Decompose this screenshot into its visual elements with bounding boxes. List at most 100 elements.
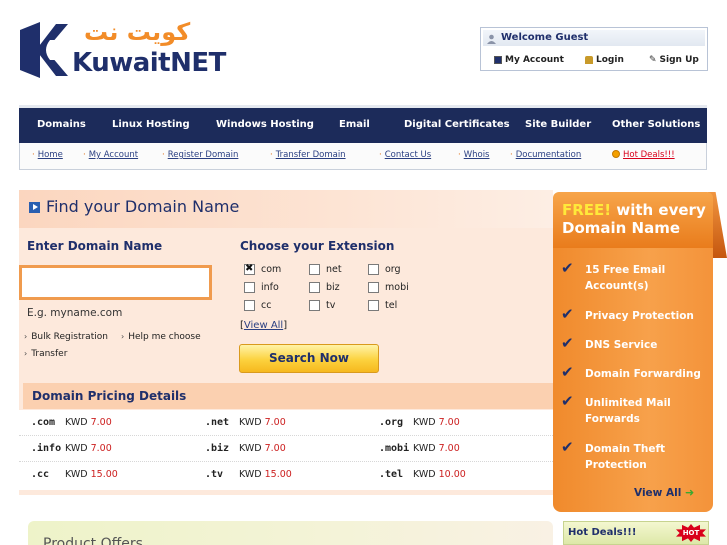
nav-email[interactable]: Email — [339, 119, 370, 130]
checkbox-org[interactable] — [368, 264, 379, 275]
help-me-choose-link[interactable]: › Help me choose — [121, 332, 201, 342]
table-row: .info KWD 7.00 .biz KWD 7.00 .mobi KWD 7.00 — [19, 436, 553, 462]
checkmark-icon: ✔ — [561, 438, 574, 456]
subnav-item-hot-deals: Hot Deals!!! — [612, 150, 675, 160]
list-item: ✔ 15 Free Email Account(s) — [561, 260, 709, 294]
currency: KWD — [65, 443, 88, 454]
price-cell: .tv KWD 15.00 — [205, 469, 292, 480]
subnav-link-my-account[interactable]: My Account — [89, 150, 138, 160]
subnav-link-transfer-domain[interactable]: Transfer Domain — [276, 150, 346, 160]
ext-label-tv: tv — [326, 300, 336, 311]
nav-linux-hosting[interactable]: Linux Hosting — [112, 119, 190, 130]
price-cell: .info KWD 7.00 — [31, 443, 112, 454]
currency: KWD — [413, 443, 436, 454]
subnav-link-register-domain[interactable]: Register Domain — [168, 150, 239, 160]
price-cell: .org KWD 7.00 — [379, 417, 460, 428]
sign-up-link[interactable]: ✎ Sign Up — [649, 55, 699, 65]
free-heading: FREE! with every — [562, 201, 706, 219]
tld-name: .cc — [31, 469, 50, 480]
tld-name: .mobi — [379, 443, 410, 454]
subnav-item-my-account: · My Account — [83, 150, 139, 160]
checkbox-mobi[interactable] — [368, 282, 379, 293]
main-navigation: Domains Linux Hosting Windows Hosting Em… — [19, 105, 707, 143]
domain-example-hint: E.g. myname.com — [27, 307, 123, 319]
site-logo[interactable]: كويت نت KuwaitNET — [20, 18, 226, 84]
ext-checkbox-tv[interactable]: tv — [309, 300, 335, 311]
ext-checkbox-org[interactable]: org — [368, 264, 401, 275]
nav-other-solutions[interactable]: Other Solutions — [612, 119, 700, 130]
free-panel-header: FREE! with every Domain Name — [553, 192, 713, 248]
ext-checkbox-mobi[interactable]: mobi — [368, 282, 409, 293]
nav-digital-certificates[interactable]: Digital Certificates — [404, 119, 510, 130]
login-link[interactable]: Login — [585, 55, 624, 65]
arrow-right-icon: › — [24, 349, 28, 358]
my-account-link[interactable]: My Account — [494, 55, 564, 65]
subnav-link-documentation[interactable]: Documentation — [516, 150, 582, 160]
arrow-right-icon: › — [24, 332, 28, 341]
price-cell: .biz KWD 7.00 — [205, 443, 286, 454]
checkbox-net[interactable] — [309, 264, 320, 275]
ext-checkbox-com[interactable]: com — [244, 263, 281, 275]
welcome-row: Welcome Guest — [483, 30, 705, 46]
price-value: 10.00 — [438, 469, 466, 480]
search-now-button[interactable]: Search Now — [239, 344, 379, 373]
subnav-link-whois[interactable]: Whois — [464, 150, 490, 160]
price-cell: .com KWD 7.00 — [31, 417, 112, 428]
price-value: 15.00 — [90, 469, 118, 480]
enter-domain-label: Enter Domain Name — [27, 239, 163, 253]
transfer-label: Transfer — [31, 349, 68, 359]
ext-checkbox-biz[interactable]: biz — [309, 282, 340, 293]
view-all-extensions: [View All] — [240, 320, 288, 331]
domain-search-panel: Find your Domain Name Enter Domain Name … — [19, 190, 553, 495]
subnav-link-hot-deals[interactable]: Hot Deals!!! — [623, 150, 675, 160]
nav-windows-hosting[interactable]: Windows Hosting — [216, 119, 314, 130]
currency: KWD — [239, 417, 262, 428]
view-all-extensions-link[interactable]: View All — [244, 320, 283, 331]
ext-checkbox-info[interactable]: info — [244, 282, 279, 293]
subnav-link-contact-us[interactable]: Contact Us — [385, 150, 431, 160]
ext-checkbox-tel[interactable]: tel — [368, 300, 397, 311]
welcome-box: Welcome Guest My Account Login ✎ Sign Up — [480, 27, 708, 71]
ext-checkbox-cc[interactable]: cc — [244, 300, 271, 311]
tld-name: .net — [205, 417, 230, 428]
hot-deals-box[interactable]: Hot Deals!!! HOT — [563, 521, 709, 545]
product-offers-title: Product Offers — [43, 536, 143, 545]
checkbox-tv[interactable] — [309, 300, 320, 311]
subnav-link-home[interactable]: Home — [38, 150, 63, 160]
subnav-item-transfer-domain: · Transfer Domain — [270, 150, 346, 160]
checkbox-info[interactable] — [244, 282, 255, 293]
logo-mark-icon — [20, 22, 68, 78]
welcome-text: Welcome Guest — [501, 32, 589, 43]
list-item: ✔ Domain Forwarding — [561, 364, 709, 382]
bulk-registration-link[interactable]: › Bulk Registration — [24, 332, 108, 342]
checkbox-com[interactable] — [244, 263, 255, 275]
nav-site-builder[interactable]: Site Builder — [525, 119, 591, 130]
ext-label-org: org — [385, 264, 401, 275]
tld-name: .biz — [205, 443, 230, 454]
currency: KWD — [239, 469, 262, 480]
guest-user-icon — [487, 34, 496, 44]
domain-panel-title: Find your Domain Name — [46, 197, 240, 216]
tld-name: .info — [31, 443, 62, 454]
free-view-all-link[interactable]: View All ➜ — [634, 486, 694, 499]
hot-badge-icon: HOT — [676, 524, 706, 542]
currency: KWD — [413, 469, 436, 480]
domain-name-input[interactable] — [19, 265, 212, 300]
feature-label: Privacy Protection — [585, 310, 694, 322]
transfer-link[interactable]: › Transfer — [24, 349, 67, 359]
account-icon — [494, 56, 502, 64]
free-features-panel: FREE! with every Domain Name ✔ 15 Free Em… — [553, 192, 727, 512]
help-me-choose-label: Help me choose — [128, 332, 201, 342]
price-value: 7.00 — [264, 417, 286, 428]
checkbox-biz[interactable] — [309, 282, 320, 293]
currency: KWD — [413, 417, 436, 428]
checkbox-cc[interactable] — [244, 300, 255, 311]
checkmark-icon: ✔ — [561, 334, 574, 352]
ext-checkbox-net[interactable]: net — [309, 264, 342, 275]
checkbox-tel[interactable] — [368, 300, 379, 311]
subnav-item-whois: · Whois — [458, 150, 490, 160]
choose-extension-label: Choose your Extension — [240, 239, 395, 253]
logo-latin-text: KuwaitNET — [72, 48, 226, 78]
nav-domains[interactable]: Domains — [37, 119, 86, 130]
price-value: 7.00 — [438, 417, 460, 428]
